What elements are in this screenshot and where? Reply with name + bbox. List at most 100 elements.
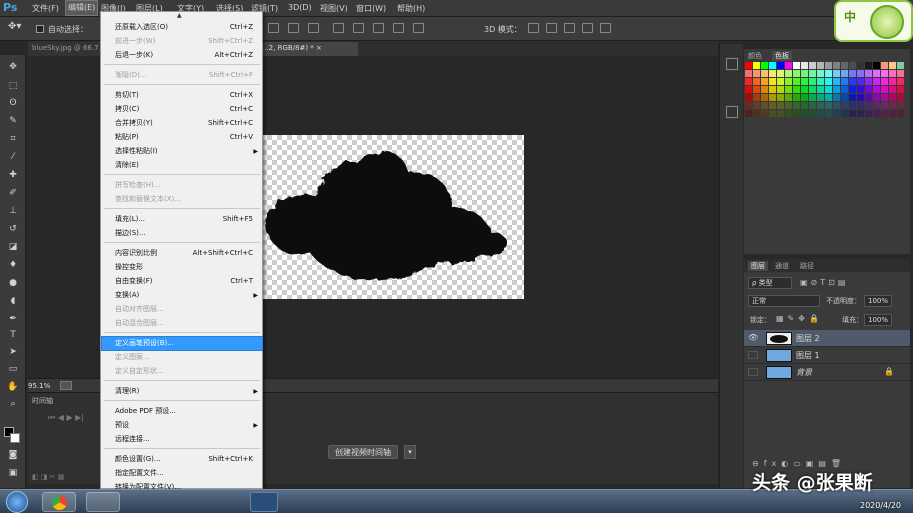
edit-menu-item[interactable]: 定义自定形状...	[102, 365, 262, 378]
swatch[interactable]	[761, 78, 768, 85]
swatch[interactable]	[881, 102, 888, 109]
edit-menu-item[interactable]: 自动对齐图层...	[102, 303, 262, 316]
dodge-tool-icon[interactable]: ◖	[7, 295, 19, 307]
align-icon[interactable]	[308, 23, 319, 33]
swatch[interactable]	[881, 86, 888, 93]
swatch[interactable]	[761, 102, 768, 109]
visibility-off-icon[interactable]	[748, 368, 758, 376]
swatch[interactable]	[833, 102, 840, 109]
type-tool-icon[interactable]: T	[7, 329, 19, 341]
swatch[interactable]	[745, 70, 752, 77]
tab-bluesky[interactable]: blueSky.jpg @ 66.7...	[28, 42, 105, 56]
screen-mode-icon[interactable]: ▣	[7, 467, 19, 479]
swatch[interactable]	[761, 110, 768, 117]
swatch[interactable]	[841, 110, 848, 117]
layer-row-2[interactable]: 👁 图层 2	[744, 330, 910, 347]
swatch[interactable]	[801, 94, 808, 101]
swatch[interactable]	[841, 70, 848, 77]
3d-slide-icon[interactable]	[582, 23, 593, 33]
3d-roll-icon[interactable]	[546, 23, 557, 33]
swatch[interactable]	[897, 110, 904, 117]
swatch[interactable]	[761, 86, 768, 93]
layer-filter-select[interactable]: ρ 类型	[748, 277, 792, 289]
swatch[interactable]	[825, 86, 832, 93]
swatch[interactable]	[849, 62, 856, 69]
swatch[interactable]	[897, 86, 904, 93]
swatch[interactable]	[769, 70, 776, 77]
swatch[interactable]	[873, 70, 880, 77]
swatch[interactable]	[769, 94, 776, 101]
swatch[interactable]	[897, 70, 904, 77]
swatch[interactable]	[881, 62, 888, 69]
swatch[interactable]	[809, 110, 816, 117]
swatch[interactable]	[825, 70, 832, 77]
swatch[interactable]	[793, 78, 800, 85]
edit-menu-item[interactable]: 自动混合图层...	[102, 317, 262, 330]
tab-active-document[interactable]: ...2, RGB/8#) * ×	[258, 42, 358, 56]
edit-menu-item[interactable]: 拼写检查(H)...	[102, 179, 262, 192]
swatch[interactable]	[833, 78, 840, 85]
swatch[interactable]	[761, 62, 768, 69]
swatch[interactable]	[777, 86, 784, 93]
distribute-icon[interactable]	[393, 23, 404, 33]
swatch[interactable]	[809, 86, 816, 93]
swatch[interactable]	[889, 94, 896, 101]
swatch[interactable]	[849, 94, 856, 101]
quick-select-tool-icon[interactable]: ✎	[7, 115, 19, 127]
start-button-icon[interactable]	[6, 491, 28, 513]
edit-menu-item[interactable]: 剪切(T) Ctrl+X	[102, 89, 262, 102]
menu-window[interactable]: 窗口(W)	[356, 3, 386, 14]
swatch[interactable]	[745, 94, 752, 101]
swatch[interactable]	[873, 86, 880, 93]
stamp-tool-icon[interactable]: ⊥	[7, 205, 19, 217]
swatch[interactable]	[841, 102, 848, 109]
status-info-icon[interactable]	[60, 381, 72, 390]
swatch[interactable]	[825, 94, 832, 101]
edit-menu-item[interactable]: 后退一步(K) Alt+Ctrl+Z	[102, 49, 262, 62]
swatch[interactable]	[745, 62, 752, 69]
3d-rotate-icon[interactable]	[528, 23, 539, 33]
menu-edit[interactable]: 编辑(E)	[64, 0, 99, 16]
swatch[interactable]	[849, 86, 856, 93]
swatch[interactable]	[753, 102, 760, 109]
swatch[interactable]	[833, 70, 840, 77]
swatch[interactable]	[801, 110, 808, 117]
paint-bucket-icon[interactable]: ♦	[7, 259, 19, 271]
swatch[interactable]	[825, 78, 832, 85]
swatch[interactable]	[817, 110, 824, 117]
playback-controls-icon[interactable]: ⏮ ◀ ▶ ▶|	[48, 413, 84, 423]
eyedropper-tool-icon[interactable]: ⁄	[7, 151, 19, 163]
swatch[interactable]	[833, 110, 840, 117]
3d-pan-icon[interactable]	[564, 23, 575, 33]
swatch[interactable]	[857, 62, 864, 69]
edit-menu-item[interactable]: 清除(E)	[102, 159, 262, 172]
swatch[interactable]	[777, 94, 784, 101]
edit-menu-item[interactable]: 填充(L)... Shift+F5	[102, 213, 262, 226]
swatch[interactable]	[785, 94, 792, 101]
tab-channels[interactable]: 通道	[775, 261, 789, 271]
swatch[interactable]	[801, 86, 808, 93]
swatch[interactable]	[865, 102, 872, 109]
swatch[interactable]	[801, 62, 808, 69]
swatch[interactable]	[825, 110, 832, 117]
swatch[interactable]	[873, 62, 880, 69]
swatch[interactable]	[745, 86, 752, 93]
background-color[interactable]	[10, 433, 20, 443]
swatch[interactable]	[849, 78, 856, 85]
swatch[interactable]	[881, 70, 888, 77]
history-panel-icon[interactable]	[726, 58, 738, 70]
pen-tool-icon[interactable]: ✒	[7, 313, 19, 325]
swatch[interactable]	[801, 102, 808, 109]
hand-tool-icon[interactable]: ✋	[7, 381, 19, 393]
swatch[interactable]	[865, 110, 872, 117]
shape-tool-icon[interactable]: ▭	[7, 363, 19, 375]
swatch[interactable]	[777, 62, 784, 69]
edit-menu-item[interactable]: 自由变换(F) Ctrl+T	[102, 275, 262, 288]
edit-menu-item[interactable]: 清理(R) ▶	[102, 385, 262, 398]
lasso-tool-icon[interactable]: ʘ	[7, 97, 19, 109]
healing-tool-icon[interactable]: ✚	[7, 169, 19, 181]
swatch[interactable]	[889, 70, 896, 77]
menu-scroll-up-icon[interactable]: ▲	[177, 12, 182, 19]
swatch[interactable]	[897, 102, 904, 109]
swatch[interactable]	[785, 78, 792, 85]
